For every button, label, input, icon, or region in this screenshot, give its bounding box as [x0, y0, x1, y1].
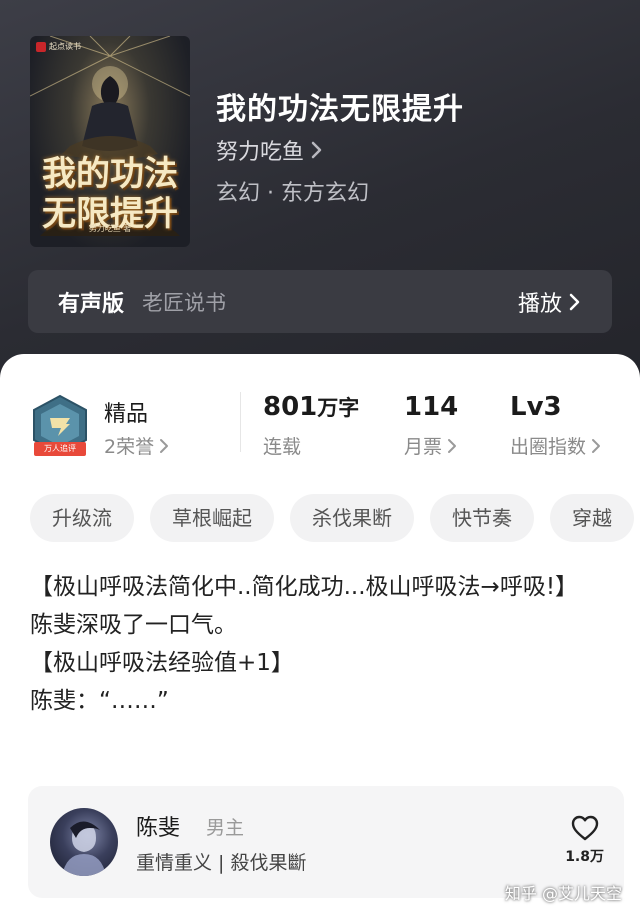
cover-author: 努力吃鱼 著: [88, 224, 132, 233]
description-line: 【极山呼吸法简化中..简化成功...极山呼吸法→呼吸!】: [30, 574, 579, 600]
character-name: 陈斐: [136, 816, 181, 841]
description-line: 陈斐：“……”: [30, 688, 169, 714]
author-name: 努力吃鱼: [216, 140, 305, 165]
tag-chip[interactable]: 草根崛起: [150, 494, 274, 542]
watermark: 知乎 @艾儿天空: [504, 884, 622, 903]
cover-title: 我的功法 无限提升: [30, 154, 190, 234]
chevron-right-icon: [311, 141, 322, 159]
chevron-right-icon: [592, 438, 601, 453]
book-description[interactable]: 【极山呼吸法简化中..简化成功...极山呼吸法→呼吸!】 陈斐深吸了一口气。 【…: [30, 568, 610, 720]
word-count-value: 801: [263, 392, 318, 422]
audiobook-bar[interactable]: 有声版 老匠说书 播放: [28, 270, 612, 333]
book-genre[interactable]: 玄幻 · 东方玄幻: [216, 175, 369, 207]
play-label: 播放: [517, 291, 562, 317]
serial-status-text: 连载: [263, 436, 302, 458]
word-count: 801万字: [263, 392, 359, 422]
serial-status: 连载: [263, 432, 301, 459]
badge-ribbon: 万人追评: [34, 442, 86, 456]
honors-link[interactable]: 2荣誉: [104, 432, 170, 459]
description-line: 【极山呼吸法经验值+1】: [30, 650, 294, 676]
level-value: Lv3: [510, 392, 562, 422]
monthly-votes-value: 114: [404, 392, 459, 422]
description-line: 陈斐深吸了一口气。: [30, 612, 237, 638]
tag-chip[interactable]: 杀伐果断: [290, 494, 414, 542]
cover-brand-text: 起点读书: [49, 42, 81, 51]
audiobook-narrator: 老匠说书: [142, 290, 227, 315]
character-role: 男主: [206, 817, 245, 839]
book-cover[interactable]: 起点读书 我的功法 无限提升 努力吃鱼 著: [30, 36, 190, 247]
honor-badge-icon[interactable]: 万人追评: [30, 394, 90, 460]
popularity-index-link[interactable]: 出圈指数: [510, 432, 602, 459]
book-title: 我的功法无限提升: [216, 92, 464, 127]
cover-title-line1: 我的功法: [42, 154, 178, 194]
character-traits: 重情重义 | 殺伐果斷: [136, 852, 307, 874]
book-detail-sheet: 万人追评 精品 2荣誉 801万字 连载 114 月票 Lv3 出圈指数 升级流…: [0, 354, 640, 912]
author-link[interactable]: 努力吃鱼: [216, 134, 324, 166]
tag-chip[interactable]: 升级流: [30, 494, 134, 542]
character-avatar: [50, 808, 118, 876]
monthly-votes-label: 月票: [404, 436, 443, 458]
cover-brand: 起点读书: [36, 41, 81, 52]
monthly-votes-link[interactable]: 月票: [404, 432, 458, 459]
popularity-index-label: 出圈指数: [510, 436, 587, 458]
brand-logo-icon: [36, 41, 46, 52]
tag-list: 升级流 草根崛起 杀伐果断 快节奏 穿越: [30, 494, 634, 542]
tag-chip[interactable]: 穿越: [550, 494, 634, 542]
book-header: 起点读书 我的功法 无限提升 努力吃鱼 著 我的功法无限提升 努力吃鱼 玄幻 ·…: [0, 0, 640, 380]
play-button[interactable]: 播放: [518, 286, 582, 318]
like-count: 1.8万: [565, 849, 604, 865]
like-button[interactable]: 1.8万: [565, 814, 604, 866]
heart-icon: [571, 815, 598, 841]
quality-label: 精品: [104, 402, 149, 427]
stats-divider: [240, 392, 241, 452]
audiobook-label: 有声版: [58, 291, 125, 317]
chevron-right-icon: [569, 293, 580, 310]
chevron-right-icon: [160, 438, 169, 453]
word-count-unit: 万字: [317, 396, 360, 420]
tag-chip[interactable]: 快节奏: [430, 494, 534, 542]
honors-count: 2荣誉: [104, 436, 155, 458]
chevron-right-icon: [448, 438, 457, 453]
